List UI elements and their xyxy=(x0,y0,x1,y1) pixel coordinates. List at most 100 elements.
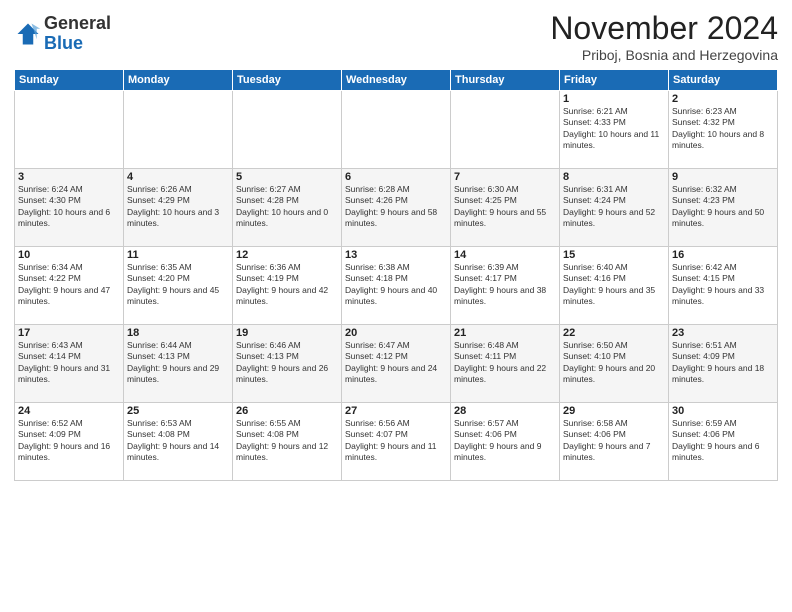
day-number: 12 xyxy=(236,249,338,261)
header-tuesday: Tuesday xyxy=(233,70,342,91)
logo-icon xyxy=(14,20,42,48)
day-info: Sunrise: 6:48 AM Sunset: 4:11 PM Dayligh… xyxy=(454,340,556,386)
day-info: Sunrise: 6:42 AM Sunset: 4:15 PM Dayligh… xyxy=(672,262,774,308)
day-number: 22 xyxy=(563,327,665,339)
day-info: Sunrise: 6:47 AM Sunset: 4:12 PM Dayligh… xyxy=(345,340,447,386)
header-friday: Friday xyxy=(560,70,669,91)
day-number: 21 xyxy=(454,327,556,339)
calendar: Sunday Monday Tuesday Wednesday Thursday… xyxy=(14,69,778,481)
location: Priboj, Bosnia and Herzegovina xyxy=(550,47,778,63)
cell-4-1: 17Sunrise: 6:43 AM Sunset: 4:14 PM Dayli… xyxy=(15,325,124,403)
cell-5-2: 25Sunrise: 6:53 AM Sunset: 4:08 PM Dayli… xyxy=(124,403,233,481)
day-info: Sunrise: 6:38 AM Sunset: 4:18 PM Dayligh… xyxy=(345,262,447,308)
day-info: Sunrise: 6:44 AM Sunset: 4:13 PM Dayligh… xyxy=(127,340,229,386)
day-number: 30 xyxy=(672,405,774,417)
day-number: 6 xyxy=(345,171,447,183)
cell-3-6: 15Sunrise: 6:40 AM Sunset: 4:16 PM Dayli… xyxy=(560,247,669,325)
day-info: Sunrise: 6:40 AM Sunset: 4:16 PM Dayligh… xyxy=(563,262,665,308)
cell-3-5: 14Sunrise: 6:39 AM Sunset: 4:17 PM Dayli… xyxy=(451,247,560,325)
day-number: 18 xyxy=(127,327,229,339)
cell-2-6: 8Sunrise: 6:31 AM Sunset: 4:24 PM Daylig… xyxy=(560,169,669,247)
day-number: 27 xyxy=(345,405,447,417)
day-number: 16 xyxy=(672,249,774,261)
day-number: 29 xyxy=(563,405,665,417)
day-info: Sunrise: 6:58 AM Sunset: 4:06 PM Dayligh… xyxy=(563,418,665,464)
day-number: 14 xyxy=(454,249,556,261)
day-number: 4 xyxy=(127,171,229,183)
day-number: 28 xyxy=(454,405,556,417)
day-info: Sunrise: 6:43 AM Sunset: 4:14 PM Dayligh… xyxy=(18,340,120,386)
day-info: Sunrise: 6:35 AM Sunset: 4:20 PM Dayligh… xyxy=(127,262,229,308)
header: General Blue November 2024 Priboj, Bosni… xyxy=(14,10,778,63)
day-info: Sunrise: 6:55 AM Sunset: 4:08 PM Dayligh… xyxy=(236,418,338,464)
week-row-1: 1Sunrise: 6:21 AM Sunset: 4:33 PM Daylig… xyxy=(15,91,778,169)
day-info: Sunrise: 6:52 AM Sunset: 4:09 PM Dayligh… xyxy=(18,418,120,464)
cell-1-4 xyxy=(342,91,451,169)
cell-2-5: 7Sunrise: 6:30 AM Sunset: 4:25 PM Daylig… xyxy=(451,169,560,247)
cell-4-3: 19Sunrise: 6:46 AM Sunset: 4:13 PM Dayli… xyxy=(233,325,342,403)
day-number: 26 xyxy=(236,405,338,417)
week-row-2: 3Sunrise: 6:24 AM Sunset: 4:30 PM Daylig… xyxy=(15,169,778,247)
cell-4-4: 20Sunrise: 6:47 AM Sunset: 4:12 PM Dayli… xyxy=(342,325,451,403)
cell-3-3: 12Sunrise: 6:36 AM Sunset: 4:19 PM Dayli… xyxy=(233,247,342,325)
week-row-4: 17Sunrise: 6:43 AM Sunset: 4:14 PM Dayli… xyxy=(15,325,778,403)
day-number: 13 xyxy=(345,249,447,261)
day-number: 25 xyxy=(127,405,229,417)
logo: General Blue xyxy=(14,14,111,54)
day-number: 1 xyxy=(563,93,665,105)
cell-4-7: 23Sunrise: 6:51 AM Sunset: 4:09 PM Dayli… xyxy=(669,325,778,403)
day-info: Sunrise: 6:57 AM Sunset: 4:06 PM Dayligh… xyxy=(454,418,556,464)
day-info: Sunrise: 6:30 AM Sunset: 4:25 PM Dayligh… xyxy=(454,184,556,230)
day-info: Sunrise: 6:31 AM Sunset: 4:24 PM Dayligh… xyxy=(563,184,665,230)
day-number: 7 xyxy=(454,171,556,183)
day-info: Sunrise: 6:24 AM Sunset: 4:30 PM Dayligh… xyxy=(18,184,120,230)
cell-1-5 xyxy=(451,91,560,169)
cell-2-4: 6Sunrise: 6:28 AM Sunset: 4:26 PM Daylig… xyxy=(342,169,451,247)
header-sunday: Sunday xyxy=(15,70,124,91)
cell-3-7: 16Sunrise: 6:42 AM Sunset: 4:15 PM Dayli… xyxy=(669,247,778,325)
day-number: 3 xyxy=(18,171,120,183)
day-info: Sunrise: 6:53 AM Sunset: 4:08 PM Dayligh… xyxy=(127,418,229,464)
day-info: Sunrise: 6:23 AM Sunset: 4:32 PM Dayligh… xyxy=(672,106,774,152)
header-saturday: Saturday xyxy=(669,70,778,91)
cell-3-2: 11Sunrise: 6:35 AM Sunset: 4:20 PM Dayli… xyxy=(124,247,233,325)
cell-1-7: 2Sunrise: 6:23 AM Sunset: 4:32 PM Daylig… xyxy=(669,91,778,169)
day-info: Sunrise: 6:56 AM Sunset: 4:07 PM Dayligh… xyxy=(345,418,447,464)
day-number: 5 xyxy=(236,171,338,183)
header-thursday: Thursday xyxy=(451,70,560,91)
cell-5-5: 28Sunrise: 6:57 AM Sunset: 4:06 PM Dayli… xyxy=(451,403,560,481)
cell-4-5: 21Sunrise: 6:48 AM Sunset: 4:11 PM Dayli… xyxy=(451,325,560,403)
cell-1-2 xyxy=(124,91,233,169)
cell-5-7: 30Sunrise: 6:59 AM Sunset: 4:06 PM Dayli… xyxy=(669,403,778,481)
cell-1-3 xyxy=(233,91,342,169)
cell-5-1: 24Sunrise: 6:52 AM Sunset: 4:09 PM Dayli… xyxy=(15,403,124,481)
cell-4-2: 18Sunrise: 6:44 AM Sunset: 4:13 PM Dayli… xyxy=(124,325,233,403)
logo-text: General Blue xyxy=(44,14,111,54)
week-row-3: 10Sunrise: 6:34 AM Sunset: 4:22 PM Dayli… xyxy=(15,247,778,325)
header-row: Sunday Monday Tuesday Wednesday Thursday… xyxy=(15,70,778,91)
cell-2-3: 5Sunrise: 6:27 AM Sunset: 4:28 PM Daylig… xyxy=(233,169,342,247)
day-number: 9 xyxy=(672,171,774,183)
header-wednesday: Wednesday xyxy=(342,70,451,91)
cell-5-3: 26Sunrise: 6:55 AM Sunset: 4:08 PM Dayli… xyxy=(233,403,342,481)
cell-1-6: 1Sunrise: 6:21 AM Sunset: 4:33 PM Daylig… xyxy=(560,91,669,169)
week-row-5: 24Sunrise: 6:52 AM Sunset: 4:09 PM Dayli… xyxy=(15,403,778,481)
day-number: 2 xyxy=(672,93,774,105)
day-info: Sunrise: 6:21 AM Sunset: 4:33 PM Dayligh… xyxy=(563,106,665,152)
logo-general-text: General xyxy=(44,14,111,34)
day-number: 23 xyxy=(672,327,774,339)
day-number: 19 xyxy=(236,327,338,339)
cell-4-6: 22Sunrise: 6:50 AM Sunset: 4:10 PM Dayli… xyxy=(560,325,669,403)
title-block: November 2024 Priboj, Bosnia and Herzego… xyxy=(550,10,778,63)
day-number: 15 xyxy=(563,249,665,261)
month-title: November 2024 xyxy=(550,10,778,47)
cell-1-1 xyxy=(15,91,124,169)
page: General Blue November 2024 Priboj, Bosni… xyxy=(0,0,792,612)
day-info: Sunrise: 6:36 AM Sunset: 4:19 PM Dayligh… xyxy=(236,262,338,308)
day-number: 17 xyxy=(18,327,120,339)
day-number: 10 xyxy=(18,249,120,261)
day-number: 24 xyxy=(18,405,120,417)
cell-5-4: 27Sunrise: 6:56 AM Sunset: 4:07 PM Dayli… xyxy=(342,403,451,481)
cell-5-6: 29Sunrise: 6:58 AM Sunset: 4:06 PM Dayli… xyxy=(560,403,669,481)
day-info: Sunrise: 6:59 AM Sunset: 4:06 PM Dayligh… xyxy=(672,418,774,464)
